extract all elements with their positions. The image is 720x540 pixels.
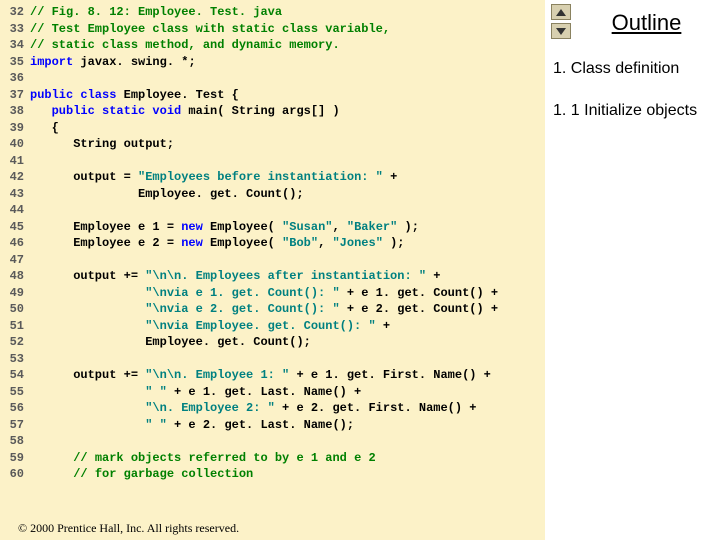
line-number: 51 xyxy=(0,318,24,335)
code-line: 54 output += "\n\n. Employee 1: " + e 1.… xyxy=(0,367,545,384)
line-number: 56 xyxy=(0,400,24,417)
line-number: 41 xyxy=(0,153,24,170)
line-number: 40 xyxy=(0,136,24,153)
line-content: import javax. swing. *; xyxy=(30,54,196,71)
code-line: 36 xyxy=(0,70,545,87)
code-line: 55 " " + e 1. get. Last. Name() + xyxy=(0,384,545,401)
line-number: 59 xyxy=(0,450,24,467)
copyright-text: © 2000 Prentice Hall, Inc. All rights re… xyxy=(18,520,239,537)
line-content: public class Employee. Test { xyxy=(30,87,239,104)
code-line: 53 xyxy=(0,351,545,368)
outline-item-1: 1. Class definition xyxy=(553,60,712,78)
chevron-down-icon xyxy=(556,28,566,35)
code-line: 43 Employee. get. Count(); xyxy=(0,186,545,203)
line-content: // mark objects referred to by e 1 and e… xyxy=(30,450,376,467)
line-content: "\nvia Employee. get. Count(): " + xyxy=(30,318,390,335)
outline-pane: Outline 1. Class definition 1. 1 Initial… xyxy=(545,0,720,540)
code-line: 32 // Fig. 8. 12: Employee. Test. java xyxy=(0,4,545,21)
line-content: Employee e 2 = new Employee( "Bob", "Jon… xyxy=(30,235,405,252)
code-line: 57 " " + e 2. get. Last. Name(); xyxy=(0,417,545,434)
code-line: 41 xyxy=(0,153,545,170)
code-line: 34 // static class method, and dynamic me… xyxy=(0,37,545,54)
line-number: 47 xyxy=(0,252,24,269)
code-line: 59 // mark objects referred to by e 1 an… xyxy=(0,450,545,467)
code-line: 47 xyxy=(0,252,545,269)
line-content: output += "\n\n. Employees after instant… xyxy=(30,268,440,285)
outline-item-2: 1. 1 Initialize objects xyxy=(553,102,712,120)
outline-title: Outline xyxy=(581,10,712,36)
line-content: Employee. get. Count(); xyxy=(30,186,304,203)
code-line: 58 xyxy=(0,433,545,450)
code-body: 32 // Fig. 8. 12: Employee. Test. java 33 /… xyxy=(0,4,545,483)
code-line: 49 "\nvia e 1. get. Count(): " + e 1. ge… xyxy=(0,285,545,302)
code-line: 51 "\nvia Employee. get. Count(): " + xyxy=(0,318,545,335)
line-content: // static class method, and dynamic memo… xyxy=(30,37,340,54)
line-content: " " + e 2. get. Last. Name(); xyxy=(30,417,354,434)
line-number: 42 xyxy=(0,169,24,186)
next-button[interactable] xyxy=(551,23,571,39)
code-line: 45 Employee e 1 = new Employee( "Susan",… xyxy=(0,219,545,236)
line-number: 35 xyxy=(0,54,24,71)
line-content: "\nvia e 2. get. Count(): " + e 2. get. … xyxy=(30,301,498,318)
line-content: { xyxy=(30,120,59,137)
line-content: // Test Employee class with static class… xyxy=(30,21,390,38)
line-number: 37 xyxy=(0,87,24,104)
code-line: 33 // Test Employee class with static cla… xyxy=(0,21,545,38)
line-number: 58 xyxy=(0,433,24,450)
line-content: output += "\n\n. Employee 1: " + e 1. ge… xyxy=(30,367,491,384)
line-number: 53 xyxy=(0,351,24,368)
line-number: 38 xyxy=(0,103,24,120)
line-content: "\n. Employee 2: " + e 2. get. First. Na… xyxy=(30,400,476,417)
code-line: 42 output = "Employees before instantiat… xyxy=(0,169,545,186)
line-content: "\nvia e 1. get. Count(): " + e 1. get. … xyxy=(30,285,498,302)
code-line: 39 { xyxy=(0,120,545,137)
line-number: 60 xyxy=(0,466,24,483)
prev-button[interactable] xyxy=(551,4,571,20)
line-content: public static void main( String args[] ) xyxy=(30,103,340,120)
line-content: // for garbage collection xyxy=(30,466,253,483)
code-line: 50 "\nvia e 2. get. Count(): " + e 2. ge… xyxy=(0,301,545,318)
line-number: 43 xyxy=(0,186,24,203)
line-number: 50 xyxy=(0,301,24,318)
line-content: Employee e 1 = new Employee( "Susan", "B… xyxy=(30,219,419,236)
line-number: 52 xyxy=(0,334,24,351)
line-number: 33 xyxy=(0,21,24,38)
code-line: 60 // for garbage collection xyxy=(0,466,545,483)
code-line: 38 public static void main( String args[… xyxy=(0,103,545,120)
code-line: 35 import javax. swing. *; xyxy=(0,54,545,71)
line-content: String output; xyxy=(30,136,174,153)
line-content: Employee. get. Count(); xyxy=(30,334,311,351)
line-number: 48 xyxy=(0,268,24,285)
line-number: 55 xyxy=(0,384,24,401)
line-content: // Fig. 8. 12: Employee. Test. java xyxy=(30,4,282,21)
line-number: 54 xyxy=(0,367,24,384)
line-number: 34 xyxy=(0,37,24,54)
line-number: 39 xyxy=(0,120,24,137)
code-line: 40 String output; xyxy=(0,136,545,153)
code-line: 37 public class Employee. Test { xyxy=(0,87,545,104)
line-number: 32 xyxy=(0,4,24,21)
line-content: " " + e 1. get. Last. Name() + xyxy=(30,384,361,401)
line-number: 49 xyxy=(0,285,24,302)
code-line: 48 output += "\n\n. Employees after inst… xyxy=(0,268,545,285)
line-number: 57 xyxy=(0,417,24,434)
code-line: 52 Employee. get. Count(); xyxy=(0,334,545,351)
nav-arrows xyxy=(551,4,571,39)
code-line: 56 "\n. Employee 2: " + e 2. get. First.… xyxy=(0,400,545,417)
line-number: 36 xyxy=(0,70,24,87)
code-line: 46 Employee e 2 = new Employee( "Bob", "… xyxy=(0,235,545,252)
line-content: output = "Employees before instantiation… xyxy=(30,169,397,186)
line-number: 45 xyxy=(0,219,24,236)
code-pane: 32 // Fig. 8. 12: Employee. Test. java 33 /… xyxy=(0,0,545,540)
chevron-up-icon xyxy=(556,9,566,16)
code-line: 44 xyxy=(0,202,545,219)
line-number: 46 xyxy=(0,235,24,252)
line-number: 44 xyxy=(0,202,24,219)
